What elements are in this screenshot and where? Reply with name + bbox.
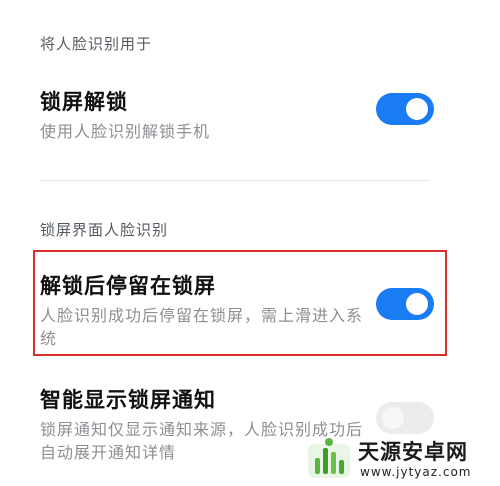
section-header-lockscreen-face: 锁屏界面人脸识别 <box>40 221 169 239</box>
stay-on-lockscreen-toggle[interactable] <box>376 288 434 320</box>
green-bars-logo-icon <box>308 438 350 478</box>
section-header-face-unlock-use: 将人脸识别用于 <box>40 35 153 53</box>
watermark-title: 天源安卓网 <box>358 440 468 464</box>
section-divider <box>40 180 430 181</box>
watermark: 天源安卓网 www.jytyaz.com <box>306 434 500 486</box>
smart-notifications-toggle[interactable] <box>376 402 434 434</box>
watermark-url: www.jytyaz.com <box>360 465 472 479</box>
toggle-knob <box>406 293 428 315</box>
row-subtitle: 人脸识别成功后停留在锁屏，需上滑进入系统 <box>40 306 364 348</box>
toggle-knob <box>382 407 404 429</box>
toggle-knob <box>406 98 428 120</box>
lockscreen-unlock-toggle[interactable] <box>376 93 434 125</box>
row-subtitle: 使用人脸识别解锁手机 <box>40 122 211 141</box>
